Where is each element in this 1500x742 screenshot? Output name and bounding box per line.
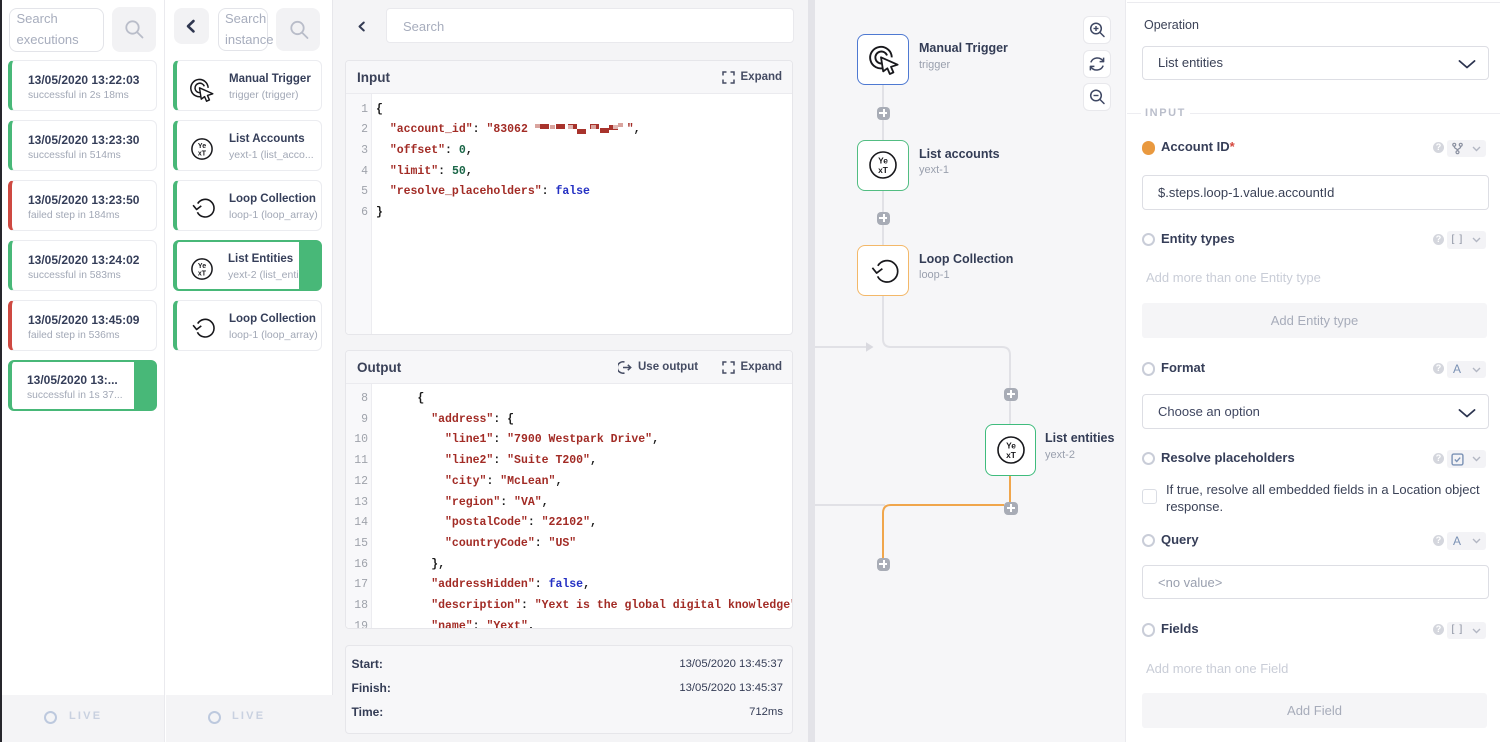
- svg-text:xT: xT: [1006, 449, 1017, 459]
- svg-text:xT: xT: [878, 165, 889, 175]
- svg-text:xT: xT: [198, 150, 207, 157]
- svg-text:Ye: Ye: [198, 262, 206, 269]
- svg-text:Ye: Ye: [198, 142, 206, 149]
- svg-text:xT: xT: [198, 270, 207, 277]
